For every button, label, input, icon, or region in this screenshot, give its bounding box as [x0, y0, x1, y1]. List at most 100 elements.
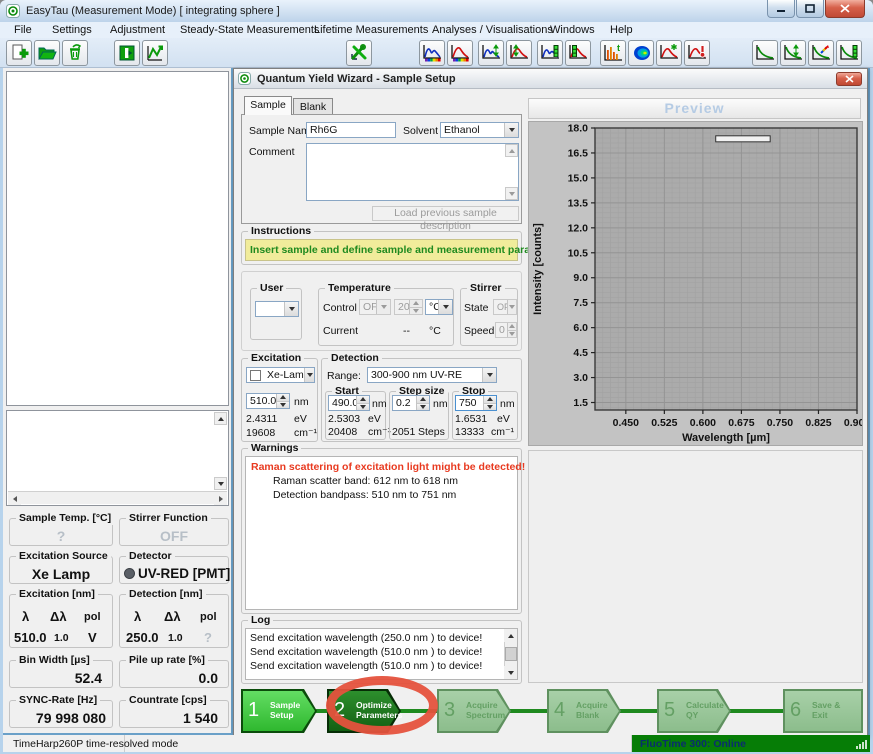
step-3-acquire-spectrum[interactable]: 3 Acquire Spectrum — [437, 689, 511, 733]
solvent-select[interactable]: Ethanol — [440, 122, 519, 138]
stop-wavenumber: 13333 — [455, 426, 485, 438]
adjustment-button[interactable] — [142, 40, 168, 66]
spectrum-red-excitation-button[interactable] — [656, 40, 682, 66]
scroll-right-arrow[interactable] — [214, 492, 227, 505]
scroll-up-arrow[interactable] — [504, 629, 517, 642]
comment-scroll-up[interactable] — [505, 144, 518, 157]
comment-textarea[interactable] — [306, 143, 519, 201]
menu-analyses[interactable]: Analyses / Visualisations — [428, 23, 557, 37]
load-previous-sample-button[interactable]: Load previous sample description — [372, 206, 519, 232]
tab-sample[interactable]: Sample — [244, 96, 292, 115]
tab-blank-label: Blank — [299, 101, 327, 113]
stirrer-state-select[interactable]: OFF — [493, 299, 517, 315]
step-1-sample-setup[interactable]: 1 Sample Setup — [241, 689, 317, 733]
start-spinner[interactable]: 490.0 — [328, 395, 370, 411]
spectrum-red-temperature-button[interactable] — [684, 40, 710, 66]
xe-lamp-checkbox[interactable] — [250, 369, 261, 381]
user-select[interactable] — [255, 301, 299, 317]
histogram-time-icon: t — [604, 43, 622, 61]
app-icon — [6, 4, 20, 18]
decay-cursors-button[interactable] — [780, 40, 806, 66]
menu-steady-state[interactable]: Steady-State Measurements — [176, 23, 323, 37]
close-button[interactable] — [825, 0, 865, 18]
step-4-acquire-blank[interactable]: 4 Acquire Blank — [547, 689, 621, 733]
scroll-up-arrow[interactable] — [214, 412, 227, 425]
spectrum-blue-cursors-icon — [482, 44, 500, 59]
excitation-bandwidth-value: 1.0 — [54, 632, 69, 644]
warnings-group: Warnings Raman scattering of excitation … — [241, 442, 525, 614]
svg-text:Intensity [counts]: Intensity [counts] — [532, 223, 544, 315]
pile-up-box: Pile up rate [%] 0.0 — [119, 654, 229, 688]
spectrum-red-status-button[interactable] — [565, 40, 591, 66]
tab-blank[interactable]: Blank — [293, 98, 333, 115]
temp-control-label: Control — [323, 302, 357, 314]
detector-box: Detector UV-RED [PMT] — [119, 550, 230, 584]
excitation-source-select[interactable]: Xe-Lamp — [246, 367, 315, 383]
dialog-close-button[interactable] — [836, 72, 862, 86]
h-scrollbar[interactable] — [8, 491, 227, 505]
scroll-down-arrow[interactable] — [214, 477, 227, 490]
open-file-button[interactable] — [34, 40, 60, 66]
spectrum-blue-status-button[interactable] — [537, 40, 563, 66]
scroll-down-arrow[interactable] — [504, 666, 517, 679]
svg-text:Wavelength [µm]: Wavelength [µm] — [682, 432, 770, 444]
menu-settings[interactable]: Settings — [48, 23, 96, 37]
spectrum-blue-cursors-button[interactable] — [478, 40, 504, 66]
switch-mode-button[interactable] — [114, 40, 140, 66]
menu-help[interactable]: Help — [606, 23, 637, 37]
log-scrollbar[interactable] — [504, 629, 517, 679]
maximize-button[interactable] — [796, 0, 824, 18]
scroll-left-arrow[interactable] — [8, 492, 21, 505]
log-line: Send excitation wavelength (510.0 nm ) t… — [250, 660, 483, 672]
stirrer-speed-spinner[interactable]: 0 — [495, 322, 517, 338]
stirrer-group: Stirrer State OFF Speed 0 — [460, 282, 518, 346]
spin-down-icon — [508, 329, 516, 337]
decay-excitation-button[interactable] — [808, 40, 834, 66]
start-wavenumber: 20408 — [328, 426, 358, 438]
temp-unit-select[interactable]: °C — [425, 299, 453, 315]
stirrer-state-value: OFF — [497, 302, 507, 312]
sync-rate-label: SYNC-Rate [Hz] — [16, 694, 101, 707]
step-5-calculate-qy[interactable]: 5 Calculate QY — [657, 689, 731, 733]
scrollbar-thumb[interactable] — [505, 647, 517, 661]
spectrum-red-button[interactable] — [447, 40, 473, 66]
step-6-save-exit[interactable]: 6 Save & Exit — [783, 689, 863, 733]
instrument-tools-button[interactable] — [346, 40, 372, 66]
spectrum-red-cursors-button[interactable] — [506, 40, 532, 66]
temp-control-value: OFF — [363, 301, 376, 313]
step-size-spinner[interactable]: 0.2 — [392, 395, 430, 411]
window-title: EasyTau (Measurement Mode) [ integrating… — [26, 5, 280, 17]
menu-lifetime[interactable]: Lifetime Measurements — [310, 23, 432, 37]
pile-up-label: Pile up rate [%] — [126, 654, 208, 667]
temp-control-select[interactable]: OFF — [359, 299, 391, 315]
temp-setpoint-spinner[interactable]: 20 — [394, 299, 423, 315]
minimize-button[interactable] — [767, 0, 795, 18]
new-measurement-button[interactable] — [6, 40, 32, 66]
detection-start-group: Start 490.0 nm 2.5303 eV 20408 cm⁻¹ — [325, 385, 391, 440]
stop-spinner[interactable]: 750 — [455, 395, 497, 411]
menu-adjustment[interactable]: Adjustment — [106, 23, 169, 37]
delete-button[interactable] — [62, 40, 88, 66]
measurement-list-panel[interactable] — [6, 71, 229, 406]
instrument-tools-icon — [351, 43, 367, 60]
contour-plot-button[interactable] — [628, 40, 654, 66]
histogram-time-button[interactable]: t — [600, 40, 626, 66]
comment-scroll-down[interactable] — [505, 187, 518, 200]
detection-range-select[interactable]: 300-900 nm UV-RE — [367, 367, 497, 383]
spectrum-blue-button[interactable] — [419, 40, 445, 66]
svg-text:6.0: 6.0 — [573, 322, 588, 334]
start-value: 490.0 — [332, 397, 356, 409]
preview-list-panel[interactable] — [6, 410, 229, 506]
sample-name-input[interactable]: Rh6G — [306, 122, 396, 138]
excitation-wavelength-spinner[interactable]: 510.0 — [246, 393, 290, 409]
decay-button[interactable] — [752, 40, 778, 66]
spin-down-icon — [484, 402, 496, 410]
menu-windows[interactable]: Windows — [546, 23, 599, 37]
detection-stop-group: Stop 750 nm 1.6531 eV 13333 cm⁻¹ — [452, 385, 518, 440]
signal-strength-icon — [855, 740, 867, 749]
switch-mode-icon — [119, 45, 135, 61]
menu-file[interactable]: File — [10, 23, 36, 37]
excitation-energy-unit: eV — [294, 413, 307, 425]
temperature-group: Temperature Control OFF 20 °C Current --… — [318, 282, 454, 346]
decay-status-button[interactable] — [836, 40, 862, 66]
